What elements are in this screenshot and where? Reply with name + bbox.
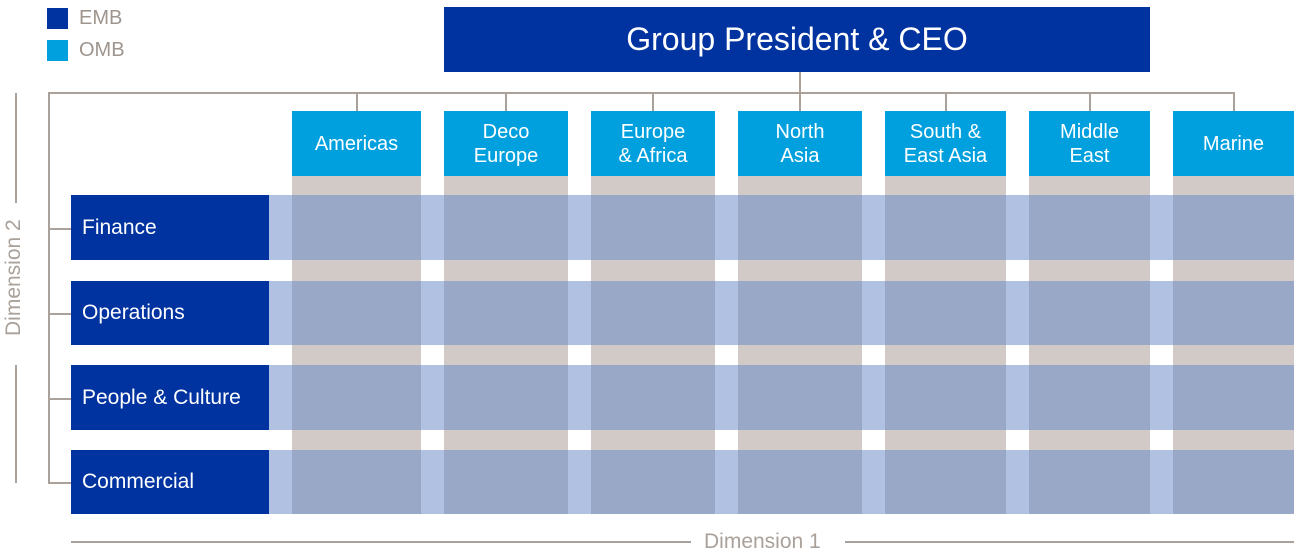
- matrix-cell: [1029, 450, 1150, 514]
- matrix-cell: [885, 450, 1006, 514]
- matrix-cell: [1173, 450, 1294, 514]
- matrix-cell: [444, 281, 568, 345]
- matrix-cell: [591, 450, 715, 514]
- dimension2-line-top: [15, 93, 17, 203]
- row-connector: [48, 313, 71, 315]
- matrix-cell: [444, 450, 568, 514]
- dimension1-label: Dimension 1: [704, 530, 821, 553]
- matrix-cell: [591, 195, 715, 260]
- column-header: Middle East: [1029, 111, 1150, 176]
- matrix-cell: [738, 281, 862, 345]
- legend-swatch-omb: [47, 40, 68, 61]
- dimension1-line-left: [71, 541, 691, 543]
- ceo-connector: [799, 72, 801, 93]
- top-connector-horizontal: [48, 92, 1235, 94]
- ceo-box: Group President & CEO: [444, 7, 1150, 72]
- dimension2-label: Dimension 2: [2, 219, 25, 336]
- matrix-cell: [1173, 365, 1294, 430]
- column-connector: [1233, 92, 1235, 111]
- row-label: People & Culture: [71, 365, 269, 430]
- column-header: Deco Europe: [444, 111, 568, 176]
- column-header: Marine: [1173, 111, 1294, 176]
- matrix-cell: [444, 195, 568, 260]
- row-connector: [48, 398, 71, 400]
- matrix-cell: [292, 281, 421, 345]
- matrix-cell: [738, 195, 862, 260]
- matrix-cell: [292, 365, 421, 430]
- matrix-cell: [1029, 281, 1150, 345]
- left-connector-vertical: [48, 92, 50, 483]
- row-label: Commercial: [71, 450, 269, 514]
- matrix-cell: [1173, 195, 1294, 260]
- column-connector: [799, 92, 801, 111]
- column-header: South & East Asia: [885, 111, 1006, 176]
- column-header: Americas: [292, 111, 421, 176]
- legend-label-omb: OMB: [79, 39, 125, 61]
- matrix-cell: [591, 365, 715, 430]
- matrix-cell: [885, 195, 1006, 260]
- column-connector: [505, 92, 507, 111]
- row-label: Operations: [71, 281, 269, 345]
- column-header: North Asia: [738, 111, 862, 176]
- dimension2-line-bottom: [15, 365, 17, 483]
- matrix-cell: [1029, 195, 1150, 260]
- row-connector: [48, 228, 71, 230]
- row-connector: [48, 482, 71, 484]
- legend-label-emb: EMB: [79, 7, 123, 29]
- matrix-cell: [738, 450, 862, 514]
- column-header: Europe & Africa: [591, 111, 715, 176]
- column-connector: [652, 92, 654, 111]
- matrix-cell: [292, 450, 421, 514]
- matrix-cell: [885, 281, 1006, 345]
- matrix-cell: [444, 365, 568, 430]
- matrix-cell: [738, 365, 862, 430]
- column-connector: [356, 92, 358, 111]
- matrix-cell: [1029, 365, 1150, 430]
- legend-swatch-emb: [47, 8, 68, 29]
- matrix-cell: [591, 281, 715, 345]
- column-connector: [1089, 92, 1091, 111]
- matrix-cell: [1173, 281, 1294, 345]
- matrix-cell: [885, 365, 1006, 430]
- dimension1-line-right: [845, 541, 1294, 543]
- row-label: Finance: [71, 195, 269, 260]
- matrix-cell: [292, 195, 421, 260]
- column-connector: [945, 92, 947, 111]
